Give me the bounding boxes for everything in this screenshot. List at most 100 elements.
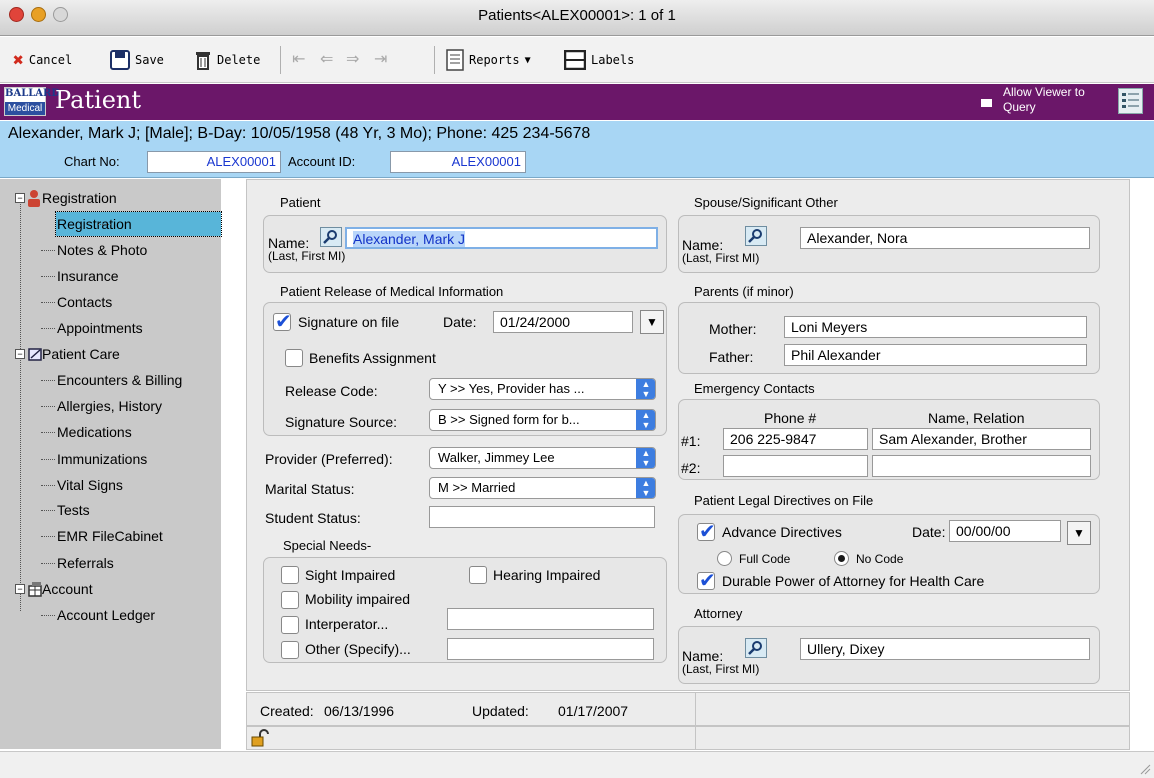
unlocked-padlock-icon[interactable] — [251, 729, 269, 750]
tree-item-label: Tests — [57, 502, 90, 518]
logo-top-text: BALLARD — [5, 88, 61, 99]
patient-info-band: Alexander, Mark J; [Male]; B-Day: 10/05/… — [0, 121, 1154, 178]
father-field[interactable]: Phil Alexander — [784, 344, 1087, 366]
updated-label: Updated: — [472, 703, 529, 719]
logo-bottom-text: Medical — [5, 102, 45, 115]
signature-source-label: Signature Source: — [285, 414, 398, 430]
tree-group-account[interactable]: − Account — [0, 577, 221, 601]
contact-2-phone-field[interactable] — [723, 455, 868, 477]
tree-item-vital-signs[interactable]: Vital Signs — [0, 473, 221, 497]
signature-on-file-checkbox[interactable] — [273, 309, 292, 334]
no-code-radio[interactable] — [834, 551, 849, 566]
signature-date-field[interactable]: 01/24/2000 — [493, 311, 633, 333]
other-specify-checkbox[interactable] — [281, 641, 299, 659]
signature-source-select[interactable]: B >> Signed form for b... ▲ ▼ — [429, 409, 656, 431]
tree-item-label: Immunizations — [57, 451, 148, 467]
chart-no-label: Chart No: — [64, 154, 120, 169]
next-record-icon[interactable]: ⇒ — [346, 49, 359, 69]
attorney-name-hint: (Last, First MI) — [682, 662, 760, 676]
name-relation-column-header: Name, Relation — [928, 410, 1025, 426]
first-record-icon[interactable]: ⇤ — [292, 49, 305, 69]
tree-item-encounters-billing[interactable]: Encounters & Billing — [0, 368, 221, 392]
attorney-lookup-button[interactable] — [745, 638, 767, 658]
release-code-select[interactable]: Y >> Yes, Provider has ... ▲ ▼ — [429, 378, 656, 400]
tree-item-medications[interactable]: Medications — [0, 420, 221, 444]
marital-status-select[interactable]: M >> Married ▲ ▼ — [429, 477, 656, 499]
reports-button[interactable]: Reports ▼ — [446, 49, 531, 71]
tree-item-emr-filecabinet[interactable]: EMR FileCabinet — [0, 524, 221, 548]
patient-lookup-button[interactable] — [320, 227, 342, 247]
updated-value: 01/17/2007 — [558, 703, 629, 719]
mother-field[interactable]: Loni Meyers — [784, 316, 1087, 338]
tree-group-patient-care[interactable]: − Patient Care — [0, 342, 221, 366]
report-icon — [446, 49, 464, 71]
tree-item-label: Contacts — [57, 294, 113, 310]
collapse-icon[interactable]: − — [15, 349, 25, 359]
account-id-label: Account ID: — [288, 154, 356, 169]
student-status-field[interactable] — [429, 506, 655, 528]
prev-record-icon[interactable]: ⇐ — [320, 49, 333, 69]
sight-impaired-checkbox[interactable] — [281, 566, 299, 584]
contact-2-name-field[interactable] — [872, 455, 1091, 477]
marital-status-value: M >> Married — [438, 480, 516, 495]
provider-select[interactable]: Walker, Jimmey Lee ▲ ▼ — [429, 447, 656, 469]
collapse-icon[interactable]: − — [15, 193, 25, 203]
chart-no-field[interactable]: ALEX00001 — [147, 151, 281, 173]
account-id-field[interactable]: ALEX00001 — [390, 151, 526, 173]
power-of-attorney-checkbox[interactable] — [697, 568, 716, 593]
attorney-name-field[interactable]: Ullery, Dixey — [800, 638, 1090, 660]
spouse-lookup-button[interactable] — [745, 226, 767, 246]
window-status-bar — [0, 751, 1154, 778]
updown-icon: ▲ ▼ — [636, 478, 655, 498]
tree-item-registration[interactable]: Registration — [55, 211, 222, 237]
collapse-icon[interactable]: − — [15, 584, 25, 594]
tree-item-tests[interactable]: Tests — [0, 498, 221, 522]
created-value: 06/13/1996 — [324, 703, 395, 719]
allow-query-checkbox[interactable] — [981, 99, 992, 107]
signature-date-dropdown[interactable]: ▼ — [640, 310, 664, 334]
provider-label: Provider (Preferred): — [265, 451, 393, 467]
record-lock-strip — [246, 726, 1130, 750]
directives-date-dropdown[interactable]: ▼ — [1067, 521, 1091, 545]
patient-name-field[interactable]: Alexander, Mark J — [345, 227, 658, 249]
interpreter-field[interactable] — [447, 608, 654, 630]
spouse-name-field[interactable]: Alexander, Nora — [800, 227, 1090, 249]
signature-source-value: B >> Signed form for b... — [438, 412, 580, 427]
registration-form: Patient Name: (Last, First MI) Alexander… — [246, 179, 1130, 691]
full-code-radio[interactable] — [717, 551, 732, 566]
tree-item-allergies-history[interactable]: Allergies, History — [0, 394, 221, 418]
allow-query-label: Allow Viewer to Query — [1003, 85, 1085, 114]
mobility-impaired-checkbox[interactable] — [281, 591, 299, 609]
tree-item-appointments[interactable]: Appointments — [0, 316, 221, 340]
hearing-impaired-checkbox[interactable] — [469, 566, 487, 584]
other-specify-field[interactable] — [447, 638, 654, 660]
toolbar-separator — [434, 46, 435, 74]
benefits-assignment-checkbox[interactable] — [285, 349, 303, 367]
tree-item-notes-photo[interactable]: Notes & Photo — [0, 238, 221, 262]
tree-item-immunizations[interactable]: Immunizations — [0, 447, 221, 471]
tree-item-label: EMR FileCabinet — [57, 528, 163, 544]
patient-name-hint: (Last, First MI) — [268, 249, 346, 263]
patient-summary: Alexander, Mark J; [Male]; B-Day: 10/05/… — [8, 125, 591, 142]
delete-button[interactable]: Delete — [194, 50, 260, 70]
last-record-icon[interactable]: ⇥ — [374, 49, 387, 69]
tree-item-account-ledger[interactable]: Account Ledger — [0, 603, 221, 627]
tree-item-insurance[interactable]: Insurance — [0, 264, 221, 288]
labels-icon — [564, 50, 586, 70]
advance-directives-checkbox[interactable] — [697, 519, 716, 544]
directives-date-field[interactable]: 00/00/00 — [949, 520, 1061, 542]
labels-button[interactable]: Labels — [564, 50, 634, 70]
contact-1-name-field[interactable]: Sam Alexander, Brother — [872, 428, 1091, 450]
tree-item-referrals[interactable]: Referrals — [0, 551, 221, 575]
resize-grip-icon[interactable] — [1137, 761, 1151, 775]
release-code-label: Release Code: — [285, 383, 378, 399]
contact-1-phone-field[interactable]: 206 225-9847 — [723, 428, 868, 450]
ballard-logo: BALLARD Medical — [4, 87, 61, 116]
tree-group-registration[interactable]: − Registration — [0, 186, 221, 210]
interpreter-checkbox[interactable] — [281, 616, 299, 634]
tree-item-contacts[interactable]: Contacts — [0, 290, 221, 314]
cancel-button[interactable]: ✖ Cancel — [13, 50, 72, 71]
query-list-icon[interactable] — [1118, 88, 1143, 114]
tree-group-label: Patient Care — [42, 346, 120, 362]
save-button[interactable]: Save — [110, 50, 164, 70]
